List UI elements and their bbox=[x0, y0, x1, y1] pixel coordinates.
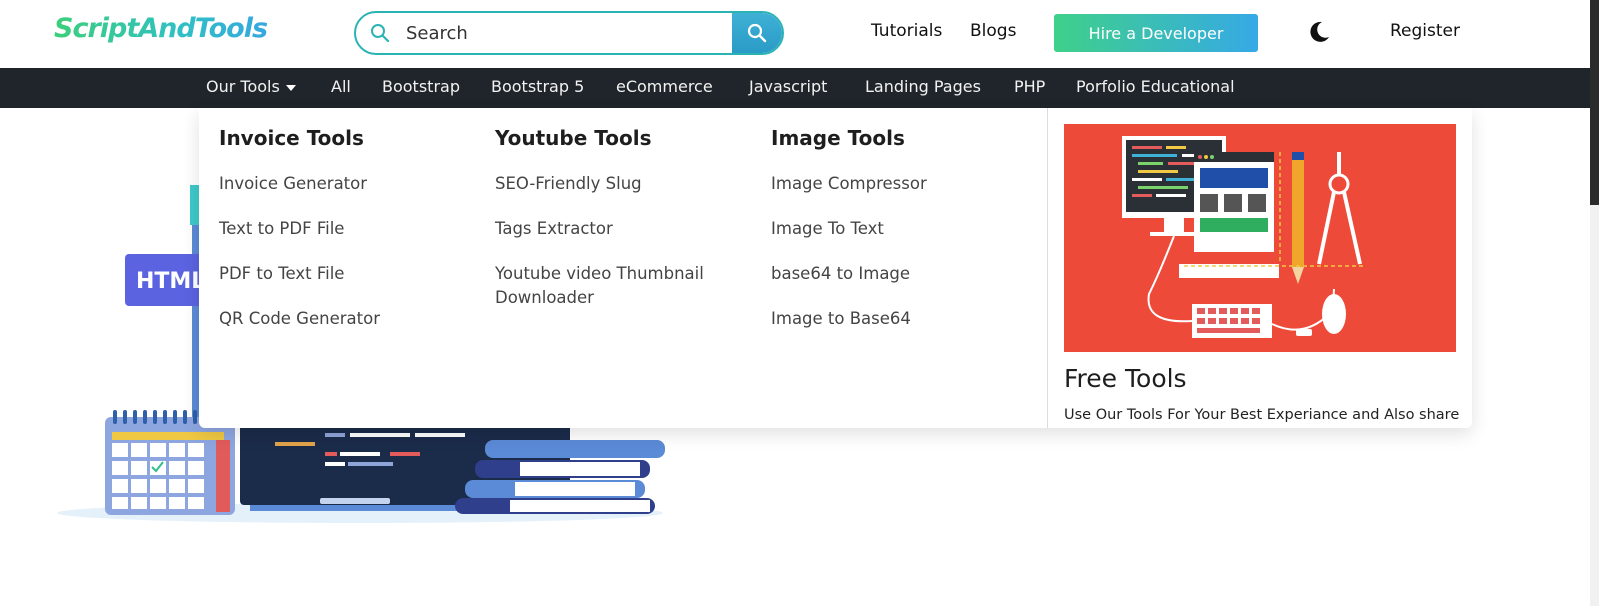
column-title: Image Tools bbox=[771, 126, 905, 150]
html-badge-text: HTML bbox=[136, 269, 205, 294]
menu-link-text-to-pdf[interactable]: Text to PDF File bbox=[219, 217, 469, 241]
scrollbar-thumb[interactable] bbox=[1590, 0, 1599, 205]
nav-item-javascript[interactable]: Javascript bbox=[749, 77, 827, 96]
promo-description: Use Our Tools For Your Best Experiance a… bbox=[1064, 407, 1460, 423]
site-logo[interactable]: ScriptAndTools bbox=[54, 13, 268, 44]
nav-item-our-tools[interactable]: Our Tools bbox=[206, 77, 296, 96]
nav-item-ecommerce[interactable]: eCommerce bbox=[616, 77, 713, 96]
site-header: ScriptAndTools Tutorials Blogs Hire a De… bbox=[0, 0, 1590, 68]
dark-mode-toggle-icon[interactable] bbox=[1307, 20, 1331, 44]
menu-link-invoice-generator[interactable]: Invoice Generator bbox=[219, 172, 469, 196]
nav-item-all[interactable]: All bbox=[331, 77, 351, 96]
nav-item-bootstrap[interactable]: Bootstrap bbox=[382, 77, 460, 96]
menu-link-image-to-base64[interactable]: Image to Base64 bbox=[771, 307, 1021, 331]
register-link[interactable]: Register bbox=[1390, 21, 1460, 41]
nav-link-blogs[interactable]: Blogs bbox=[970, 21, 1016, 41]
menu-link-youtube-thumbnail-downloader[interactable]: Youtube video Thumbnail Downloader bbox=[495, 262, 725, 310]
search-icon bbox=[371, 24, 390, 43]
nav-item-landing-pages[interactable]: Landing Pages bbox=[865, 77, 981, 96]
dev-tools-illustration bbox=[1122, 136, 1364, 338]
promo-title: Free Tools bbox=[1064, 364, 1187, 393]
menu-link-image-to-text[interactable]: Image To Text bbox=[771, 217, 1021, 241]
category-navbar: Our Tools All Bootstrap Bootstrap 5 eCom… bbox=[0, 68, 1590, 108]
nav-item-bootstrap-5[interactable]: Bootstrap 5 bbox=[491, 77, 584, 96]
caret-down-icon bbox=[285, 84, 296, 91]
promo-image[interactable] bbox=[1064, 124, 1456, 352]
menu-link-image-compressor[interactable]: Image Compressor bbox=[771, 172, 1021, 196]
menu-link-pdf-to-text[interactable]: PDF to Text File bbox=[219, 262, 469, 286]
menu-link-base64-to-image[interactable]: base64 to Image bbox=[771, 262, 1021, 286]
page-scrollbar[interactable] bbox=[1590, 0, 1599, 606]
nav-item-portfolio-educational[interactable]: Porfolio Educational bbox=[1076, 77, 1235, 96]
column-title: Youtube Tools bbox=[495, 126, 652, 150]
menu-link-tags-extractor[interactable]: Tags Extractor bbox=[495, 217, 725, 241]
column-title: Invoice Tools bbox=[219, 126, 364, 150]
nav-item-label: Our Tools bbox=[206, 77, 280, 96]
search-submit-button[interactable] bbox=[732, 13, 782, 53]
menu-column-invoice-tools: Invoice Tools Invoice Generator Text to … bbox=[219, 126, 469, 352]
free-tools-promo: Free Tools Use Our Tools For Your Best E… bbox=[1064, 124, 1460, 423]
menu-column-image-tools: Image Tools Image Compressor Image To Te… bbox=[771, 126, 1021, 352]
tools-mega-menu: Invoice Tools Invoice Generator Text to … bbox=[199, 108, 1472, 428]
menu-column-youtube-tools: Youtube Tools SEO-Friendly Slug Tags Ext… bbox=[495, 126, 725, 331]
hire-developer-button[interactable]: Hire a Developer bbox=[1054, 14, 1258, 52]
nav-item-php[interactable]: PHP bbox=[1014, 77, 1045, 96]
menu-divider bbox=[1047, 108, 1048, 428]
search-icon bbox=[747, 23, 767, 43]
search-bar bbox=[354, 11, 784, 55]
nav-link-tutorials[interactable]: Tutorials bbox=[871, 21, 942, 41]
search-input[interactable] bbox=[406, 13, 716, 53]
menu-link-qr-code-generator[interactable]: QR Code Generator bbox=[219, 307, 469, 331]
menu-link-seo-friendly-slug[interactable]: SEO-Friendly Slug bbox=[495, 172, 725, 196]
